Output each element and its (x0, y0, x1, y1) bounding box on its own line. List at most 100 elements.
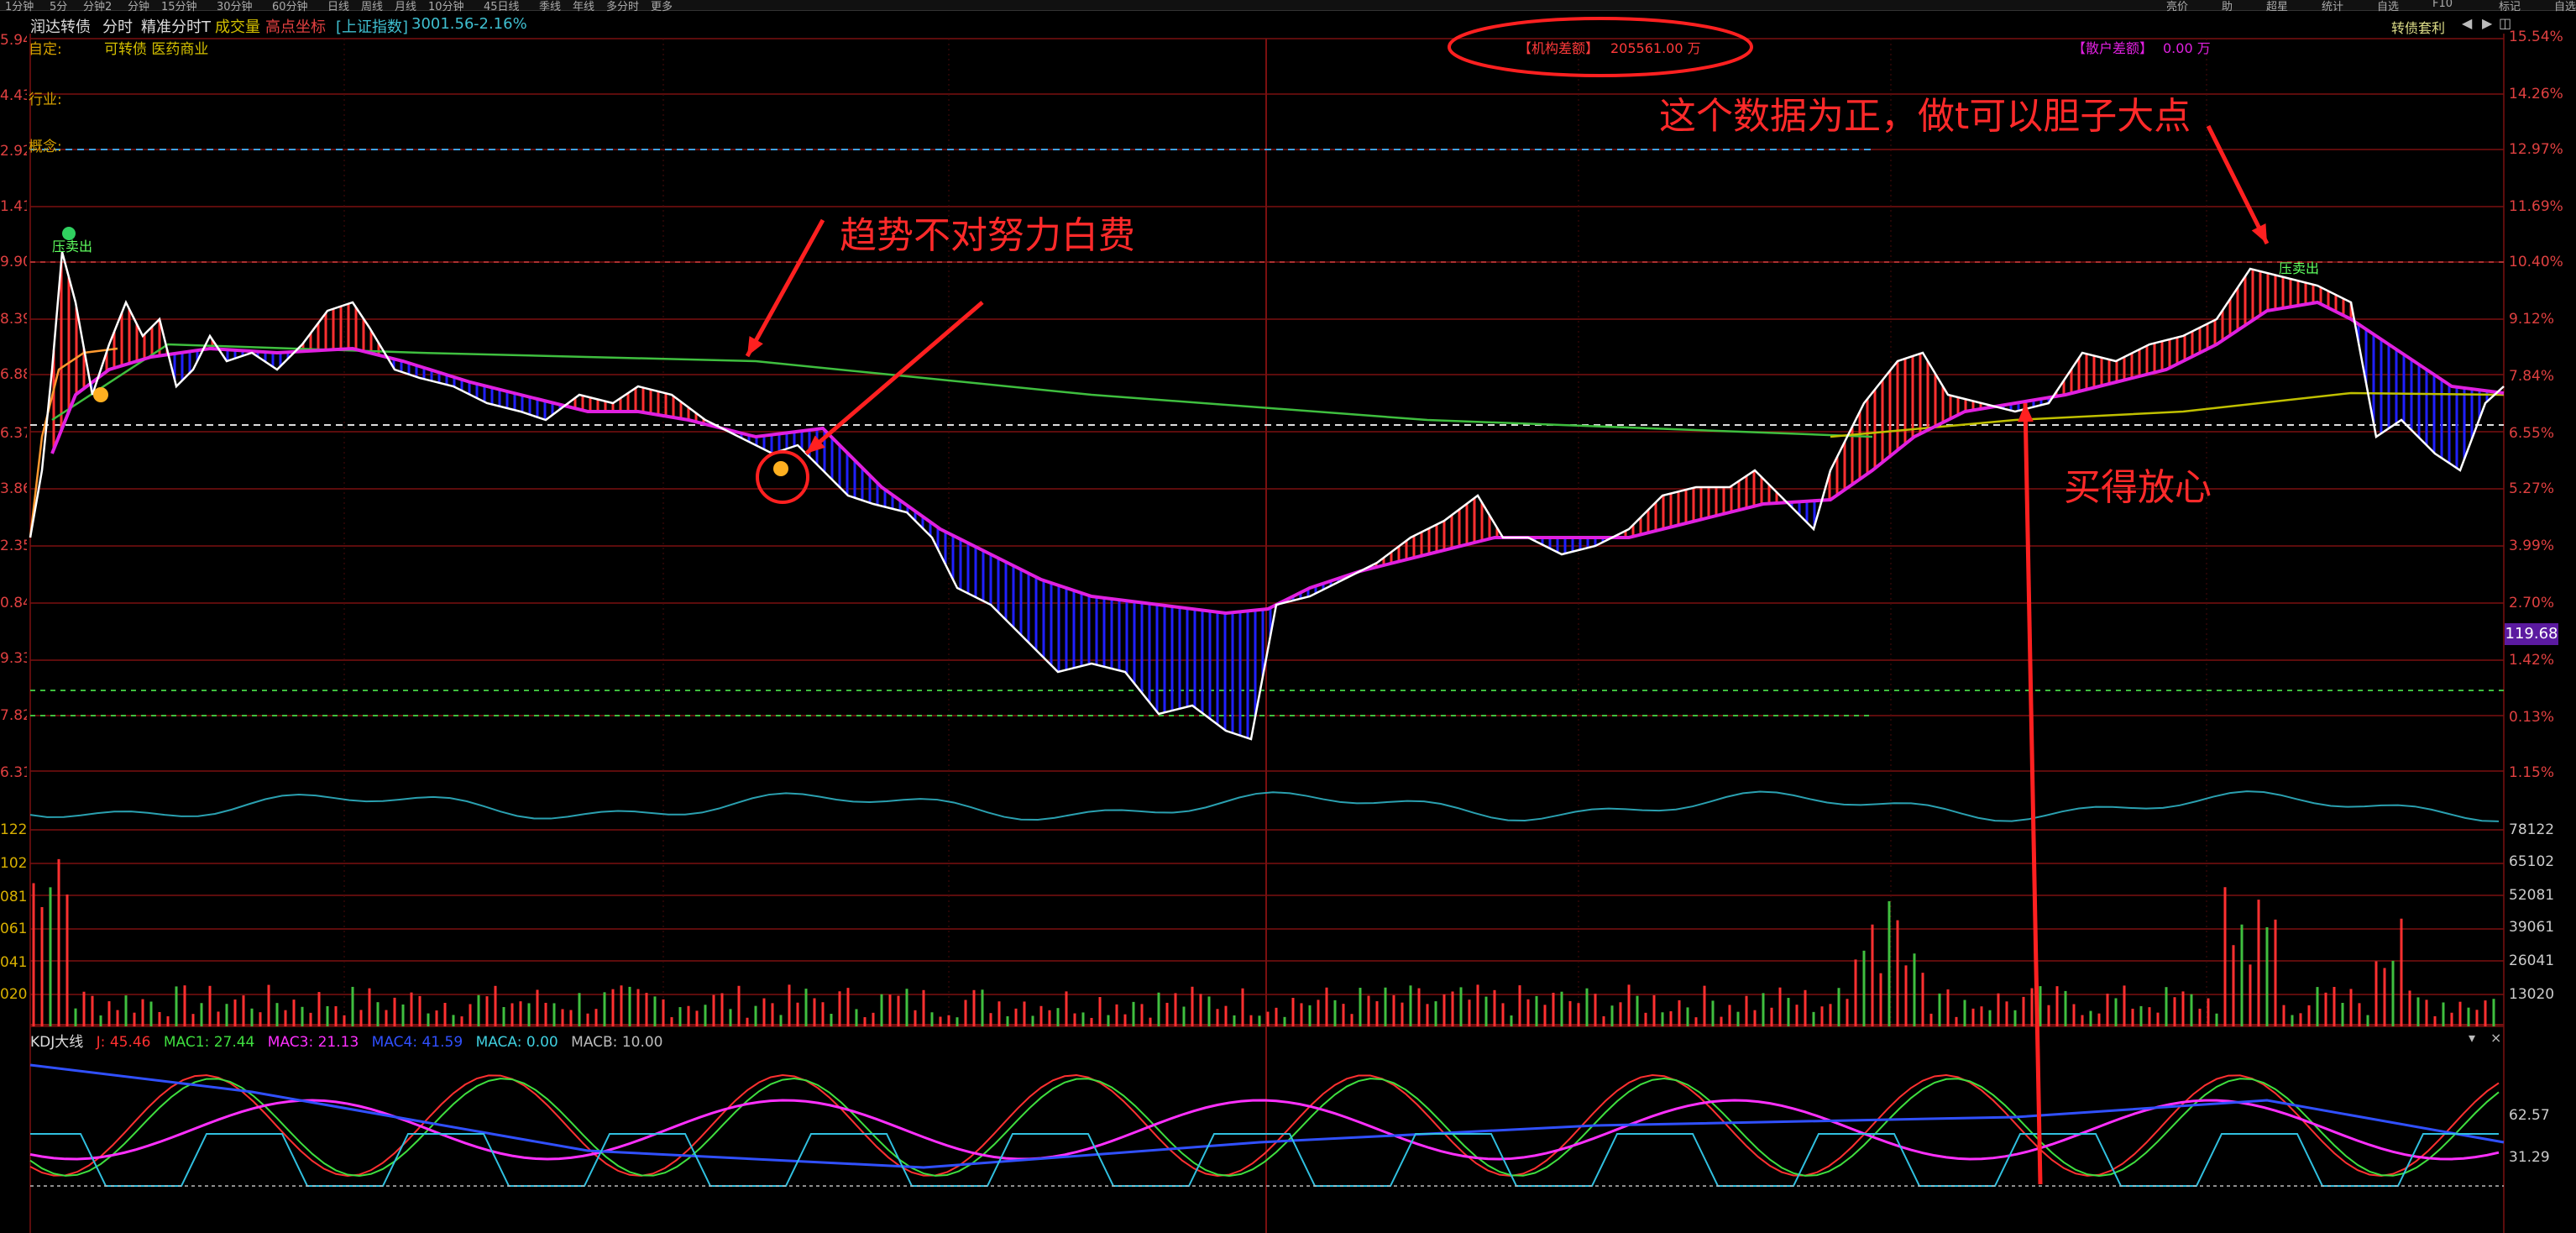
concept-label: 概念: (29, 139, 62, 155)
left-price-tick: 2.92 (0, 143, 27, 160)
toolbar-period-tab[interactable]: 10分钟 (428, 0, 464, 13)
arb-button[interactable]: 转债套利 (2391, 17, 2445, 37)
cyan-indicator-line (29, 790, 2500, 822)
stock-name: 润达转债 (30, 18, 91, 36)
toolbar-right-button[interactable]: F10 (2432, 0, 2453, 10)
highlow-toggle[interactable]: 高点坐标 (265, 15, 326, 37)
volume-right-tick: 52081 (2509, 887, 2555, 904)
toolbar-period-tab[interactable]: 季线 (539, 0, 561, 13)
kdj-macb: MACB: 10.00 (571, 1034, 663, 1051)
inst-diff-value: 205561.00 万 (1610, 40, 1701, 56)
toolbar-period-tab[interactable]: 周线 (361, 0, 383, 13)
chart-grid (29, 34, 2505, 1233)
toolbar-period-tab[interactable]: 月线 (395, 0, 416, 13)
toolbar-period-tab[interactable]: 45日线 (484, 0, 520, 13)
annotation-arrow (804, 301, 984, 455)
kdj-legend: KDJ大线 J: 45.46 MAC1: 27.44 MAC3: 21.13 M… (30, 1030, 663, 1051)
volume-left-tick: 020 (0, 986, 27, 1003)
toolbar-right-button[interactable]: 超星 (2266, 0, 2288, 13)
index-name: 上证指数 (342, 18, 403, 36)
kdj-dropdown-icon[interactable]: ▾ (2469, 1030, 2475, 1046)
kdj-j-line (29, 1074, 2500, 1177)
left-price-tick: 5.94 (0, 32, 27, 49)
toolbar-period-tab[interactable]: 1分钟 (5, 0, 34, 13)
annotation-arrowhead (2018, 403, 2034, 422)
toolbar-period-tab[interactable]: 分钟 (128, 0, 149, 13)
right-pct-tick: 11.69% (2509, 198, 2563, 215)
annotation-arrow (745, 218, 825, 358)
toolbar-right-button[interactable]: 助 (2222, 0, 2233, 13)
left-price-tick: 6.88 (0, 366, 27, 383)
left-price-tick: 9.90 (0, 254, 27, 270)
annotation-arrow (2023, 402, 2043, 1185)
inst-diff-label: 【机构差额】 (1518, 40, 1600, 56)
shrink-icon[interactable]: ◀ (2462, 15, 2472, 31)
highlight-circle (756, 450, 809, 504)
volume-right-tick: 65102 (2509, 853, 2555, 870)
toolbar-right-button[interactable]: 亮价 (2166, 0, 2188, 13)
annotation-buy: 买得放心 (2064, 466, 2212, 509)
sell-marker: 压卖出 (52, 239, 93, 254)
kdj-right-tick: 31.29 (2509, 1149, 2550, 1166)
precise-mode-tab[interactable]: 精准分时T (141, 15, 211, 37)
right-pct-tick: 14.26% (2509, 86, 2563, 102)
right-pct-tick: 12.97% (2509, 141, 2563, 158)
kdj-mac3: MAC3: 21.13 (267, 1034, 359, 1051)
toolbar-period-tab[interactable]: 多分时 (606, 0, 639, 13)
toolbar-period-tab[interactable]: 年线 (573, 0, 594, 13)
left-price-tick: 7.82 (0, 707, 27, 724)
left-price-tick: 0.84 (0, 595, 27, 611)
volume-right-tick: 39061 (2509, 919, 2555, 936)
right-pct-tick: 1.15% (2509, 764, 2555, 781)
volume-toggle[interactable]: 成交量 (215, 15, 260, 37)
kdj-mac4: MAC4: 41.59 (371, 1034, 463, 1051)
kdj-close-icon[interactable]: × (2490, 1030, 2501, 1046)
opening-line (29, 347, 118, 538)
kdj-right-tick: 62.57 (2509, 1107, 2550, 1124)
left-price-tick: 6.37 (0, 425, 27, 442)
toolbar-right-button[interactable]: 自选 (2377, 0, 2399, 13)
toolbar-right-button[interactable]: 标记 (2499, 0, 2521, 13)
kdj-maca: MACA: 0.00 (475, 1034, 558, 1051)
volume-right-tick: 78122 (2509, 821, 2555, 838)
left-price-tick: 1.41 (0, 198, 27, 215)
toolbar-period-tab[interactable]: 30分钟 (217, 0, 253, 13)
volume-right-tick: 13020 (2509, 986, 2555, 1003)
right-pct-tick: 9.12% (2509, 311, 2555, 328)
right-pct-tick: 7.84% (2509, 368, 2555, 385)
buy-signal-dot (93, 387, 108, 402)
long-average-line (51, 343, 1873, 438)
toolbar-period-tab[interactable]: 分钟2 (83, 0, 112, 13)
toolbar-right-button[interactable]: 统计 (2322, 0, 2343, 13)
left-price-tick: 6.31 (0, 764, 27, 781)
right-pct-tick: 2.70% (2509, 595, 2555, 611)
index-label[interactable]: [上证指数] (336, 15, 408, 37)
annotation-positive: 这个数据为正，做t可以胆子大点 (1659, 95, 2191, 138)
right-pct-tick: 10.40% (2509, 254, 2563, 270)
volume-left-tick: 041 (0, 954, 27, 971)
volume-left-tick: 102 (0, 855, 27, 872)
sell-marker: 压卖出 (2279, 260, 2320, 276)
top-toolbar[interactable]: 1分钟 5分 分钟2 分钟 15分钟 30分钟 60分钟 日线 周线 月线 10分钟 45日线 季线 年线… (0, 0, 2576, 13)
annotation-arrow (2206, 124, 2270, 245)
right-pct-tick: 3.99% (2509, 538, 2555, 554)
view-mode-tab[interactable]: 分时 (102, 15, 133, 37)
highlight-ellipse (1448, 17, 1753, 77)
toolbar-period-tab[interactable]: 60分钟 (272, 0, 308, 13)
left-price-tick: 3.86 (0, 480, 27, 497)
toolbar-period-tab[interactable]: 5分 (50, 0, 67, 13)
left-price-tick: 9.33 (0, 650, 27, 667)
right-pct-tick: 1.42% (2509, 652, 2555, 669)
expand-icon[interactable]: ▶ (2482, 15, 2492, 31)
toolbar-period-tab[interactable]: 15分钟 (161, 0, 197, 13)
current-price-tag: 119.68 (2505, 623, 2558, 645)
custom-value: 可转债 医药商业 (104, 41, 209, 58)
volume-left-tick: 081 (0, 889, 27, 905)
kdj-name[interactable]: KDJ大线 (30, 1034, 83, 1051)
toolbar-right-button[interactable]: 自选 (2554, 0, 2576, 13)
kdj-mac1: MAC1: 27.44 (163, 1034, 255, 1051)
toolbar-period-tab[interactable]: 日线 (327, 0, 349, 13)
kdj-k-line (29, 1077, 2500, 1178)
volume-right-tick: 26041 (2509, 952, 2555, 969)
toolbar-period-tab[interactable]: 更多 (651, 0, 673, 13)
